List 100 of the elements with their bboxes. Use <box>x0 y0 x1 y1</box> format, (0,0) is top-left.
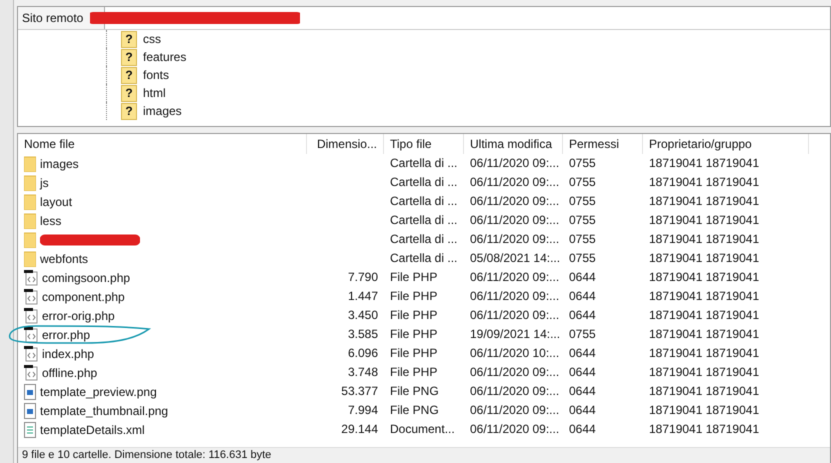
size-cell-text: 3.748 <box>346 364 379 381</box>
file-name[interactable]: template_preview.png <box>40 384 157 398</box>
permissions-cell-text: 0755 <box>568 250 597 267</box>
type-cell-text: Cartella di ... <box>389 250 458 267</box>
column-header[interactable]: Nome file <box>18 134 307 154</box>
date-cell-text: 06/11/2020 09:... <box>469 212 560 229</box>
owner-cell-text: 18719041 18719041 <box>648 269 760 286</box>
tree-item[interactable]: features <box>143 50 186 64</box>
column-header[interactable]: Proprietario/gruppo <box>643 134 809 154</box>
file-name[interactable]: js <box>40 176 49 190</box>
tree-item[interactable]: fonts <box>143 68 170 82</box>
type-cell-text: File PHP <box>389 364 438 381</box>
date-cell-text: 06/11/2020 09:... <box>469 288 560 305</box>
size-cell-text: 7.994 <box>346 402 379 419</box>
column-header[interactable]: Ultima modifica <box>464 134 563 154</box>
file-name[interactable]: index.php <box>42 346 94 360</box>
owner-cell-text: 18719041 18719041 <box>648 345 760 362</box>
type-cell-text: File PNG <box>389 383 440 400</box>
file-name[interactable]: templateDetails.xml <box>40 422 145 436</box>
permissions-cell-text: 0644 <box>568 307 597 324</box>
date-cell-text: 06/11/2020 10:... <box>469 345 560 362</box>
date-cell-text: 06/11/2020 09:... <box>469 364 560 381</box>
permissions-cell-text: 0644 <box>568 402 597 419</box>
type-cell-text: File PHP <box>389 307 438 324</box>
date-cell-text: 06/11/2020 09:... <box>469 155 560 172</box>
owner-cell-text: 18719041 18719041 <box>648 212 760 229</box>
column-header[interactable]: Dimensio... <box>307 134 384 154</box>
file-name[interactable]: template_thumbnail.png <box>40 404 168 418</box>
unknown-folder-icon: ? <box>121 66 137 84</box>
file-name[interactable]: error-orig.php <box>42 308 115 322</box>
date-cell-text: 05/08/2021 14:... <box>469 250 562 267</box>
permissions-cell-text: 0644 <box>568 364 597 381</box>
owner-cell-text: 18719041 18719041 <box>648 250 760 267</box>
status-text: 9 file e 10 cartelle. Dimensione totale: 116.631 byte <box>18 447 830 463</box>
file-name[interactable]: images <box>40 156 79 170</box>
type-cell-text: File PHP <box>389 326 438 343</box>
date-cell-text: 06/11/2020 09:... <box>469 421 560 438</box>
folder-icon <box>24 232 36 248</box>
date-cell-text: 06/11/2020 09:... <box>469 269 560 286</box>
permissions-cell-text: 0755 <box>568 231 597 248</box>
owner-cell-text: 18719041 18719041 <box>648 288 760 305</box>
unknown-folder-icon: ? <box>121 102 137 120</box>
folder-icon <box>24 156 36 172</box>
owner-cell-text: 18719041 18719041 <box>648 402 760 419</box>
owner-cell-text: 18719041 18719041 <box>648 231 760 248</box>
column-header[interactable]: Tipo file <box>384 134 464 154</box>
size-cell-text: 3.450 <box>346 307 379 324</box>
type-cell-text: Cartella di ... <box>389 155 458 172</box>
permissions-cell-text: 0755 <box>568 174 597 191</box>
file-name[interactable]: less <box>40 214 62 228</box>
permissions-cell-text: 0644 <box>568 288 597 305</box>
remote-site-label: Sito remoto <box>18 7 105 29</box>
owner-cell-text: 18719041 18719041 <box>648 155 760 172</box>
permissions-cell-text: 0644 <box>568 421 597 438</box>
file-name[interactable]: layout <box>40 194 72 208</box>
file-name[interactable]: comingsoon.php <box>42 270 130 284</box>
date-cell-text: 06/11/2020 09:... <box>469 307 560 324</box>
type-cell-text: File PNG <box>389 402 440 419</box>
unknown-folder-icon: ? <box>121 30 137 48</box>
permissions-cell-text: 0644 <box>568 383 597 400</box>
permissions-cell-text: 0644 <box>568 345 597 362</box>
unknown-folder-icon: ? <box>121 84 137 102</box>
image-file-icon <box>24 402 36 418</box>
size-cell-text: 53.377 <box>340 383 379 400</box>
permissions-cell-text: 0755 <box>568 155 597 172</box>
permissions-cell-text: 0755 <box>568 326 597 343</box>
folder-icon <box>24 194 36 210</box>
tree-item[interactable]: images <box>143 104 182 118</box>
owner-cell-text: 18719041 18719041 <box>648 326 760 343</box>
owner-cell-text: 18719041 18719041 <box>648 421 760 438</box>
image-file-icon <box>24 384 36 400</box>
size-cell-text: 6.096 <box>346 345 379 362</box>
code-file-icon <box>24 364 38 380</box>
code-file-icon <box>24 308 38 324</box>
permissions-cell-text: 0755 <box>568 193 597 210</box>
date-cell-text: 06/11/2020 09:... <box>469 193 560 210</box>
column-header[interactable]: Permessi <box>563 134 643 154</box>
code-file-icon <box>24 270 38 286</box>
owner-cell-text: 18719041 18719041 <box>648 193 760 210</box>
type-cell-text: File PHP <box>389 288 438 305</box>
type-cell-text: File PHP <box>389 345 438 362</box>
type-cell-text: Cartella di ... <box>389 174 458 191</box>
type-cell-text: Cartella di ... <box>389 231 458 248</box>
code-file-icon <box>24 288 38 304</box>
file-name[interactable]: component.php <box>42 290 125 304</box>
document-icon <box>24 422 36 438</box>
date-cell-text: 19/09/2021 14:... <box>469 326 562 343</box>
permissions-cell-text: 0755 <box>568 212 597 229</box>
date-cell-text: 06/11/2020 09:... <box>469 402 560 419</box>
folder-icon <box>24 212 36 228</box>
unknown-folder-icon: ? <box>121 48 137 66</box>
tree-item[interactable]: html <box>143 86 166 100</box>
type-cell-text: Document... <box>389 421 456 438</box>
tree-item[interactable]: css <box>143 32 161 46</box>
type-cell-text: Cartella di ... <box>389 193 458 210</box>
size-cell-text: 1.447 <box>346 288 379 305</box>
file-name[interactable]: webfonts <box>40 252 88 266</box>
file-name[interactable]: offline.php <box>42 366 98 380</box>
code-file-icon <box>24 346 38 362</box>
scrollbar[interactable] <box>0 0 14 463</box>
